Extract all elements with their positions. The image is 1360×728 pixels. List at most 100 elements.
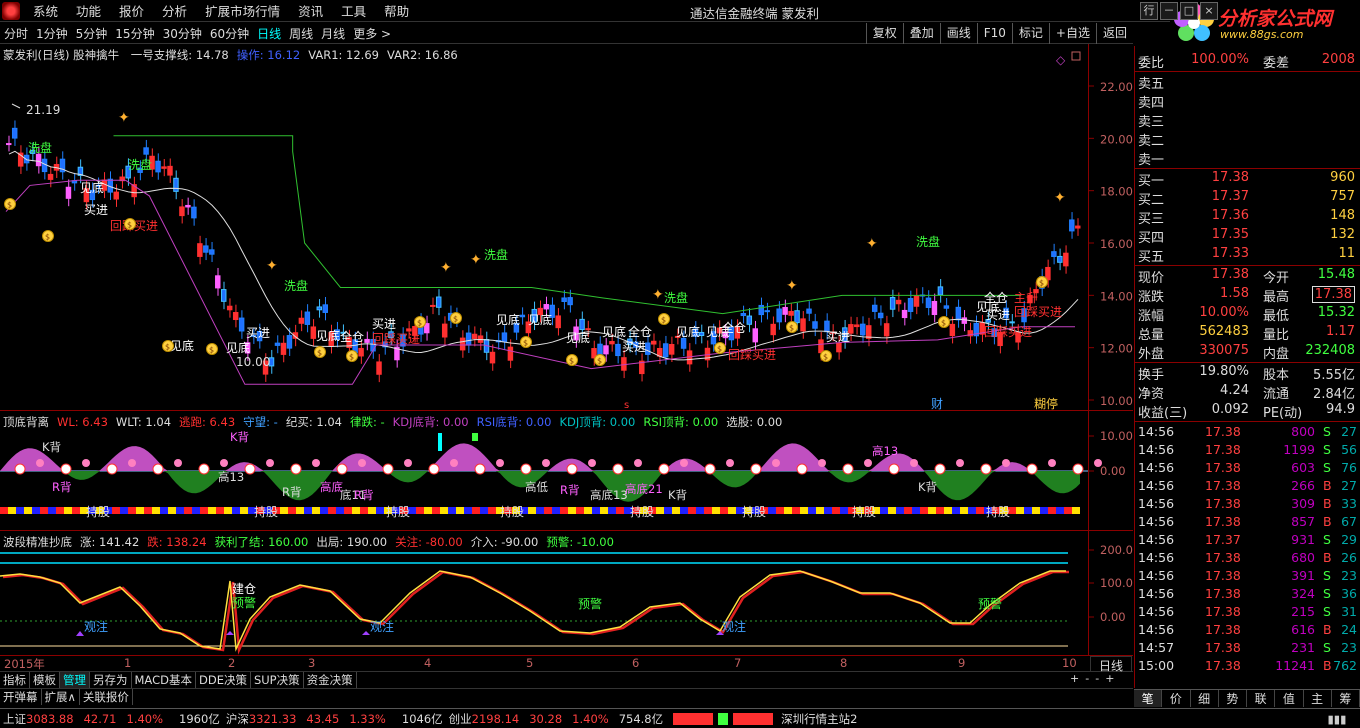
trend-strip-segment <box>1056 507 1064 514</box>
period-4[interactable]: 30分钟 <box>159 25 206 42</box>
indicator-tab-6[interactable]: SUP决策 <box>251 672 304 688</box>
tick-time: 14:56 <box>1138 496 1175 511</box>
indicator-tab-4[interactable]: MACD基本 <box>132 672 196 688</box>
quote-tab-3[interactable]: 势 <box>1219 690 1247 707</box>
period-9[interactable]: 更多 > <box>349 25 395 42</box>
tick-volume: 800 <box>1291 424 1315 439</box>
rise-line <box>0 570 1066 652</box>
quote-tab-6[interactable]: 主 <box>1304 690 1332 707</box>
divergence-annotation: R背 <box>560 483 580 497</box>
trend-strip-segment <box>368 507 376 514</box>
menu-function[interactable]: 功能 <box>67 1 110 20</box>
indicator-tab-3[interactable]: 另存为 <box>90 672 132 688</box>
period-2[interactable]: 5分钟 <box>72 25 112 42</box>
quote-tab-5[interactable]: 值 <box>1275 690 1304 707</box>
period-8[interactable]: 月线 <box>317 25 349 42</box>
bottom-bar-item-0[interactable]: 开弹幕 <box>0 689 42 705</box>
indicator-tab-2[interactable]: 管理 <box>60 672 90 688</box>
zoom-button-3[interactable]: + <box>1105 672 1114 685</box>
signal-annotation: 见底 <box>80 180 104 195</box>
divergence-chart[interactable]: 10.000.00K背R背高13K背R背 高底底11R背高低 R背 高底13高底21 K… <box>0 411 1133 531</box>
cy-index-change: 30.28 <box>529 711 563 726</box>
candle-body <box>961 317 968 324</box>
trend-strip-segment <box>944 507 952 514</box>
zoom-button-2[interactable]: - <box>1095 672 1099 685</box>
menu-news[interactable]: 资讯 <box>289 1 332 20</box>
svg-text:$: $ <box>317 349 322 358</box>
period-6[interactable]: 日线 <box>253 25 285 42</box>
toolbar-btn-1[interactable]: 叠加 <box>902 23 940 44</box>
signal-dot <box>980 463 992 475</box>
signal-annotation: 洗盘 <box>128 157 152 172</box>
trend-strip-segment <box>192 507 200 514</box>
moving-average-line <box>8 150 1079 361</box>
quote-tab-0[interactable]: 笔 <box>1134 690 1163 707</box>
band-annotation: 预警 <box>978 596 1002 611</box>
toolbar-btn-2[interactable]: 画线 <box>939 23 977 44</box>
money-bag-icon: $ <box>4 198 16 210</box>
quote-panel: 委比 100.00% 委差 2008 卖五 卖四 卖三 卖二 卖一 买一 17.38 960 买二 17.… <box>1134 46 1360 688</box>
menu-tools[interactable]: 工具 <box>332 1 375 20</box>
candle-body <box>800 318 806 332</box>
candle-body <box>519 314 526 318</box>
minimize-icon[interactable]: － <box>1160 2 1178 20</box>
period-day-button[interactable]: 日线 <box>1090 656 1132 673</box>
sh-index-change: 42.71 <box>83 711 117 726</box>
trend-strip-segment <box>176 507 184 514</box>
menu-analysis[interactable]: 分析 <box>153 1 196 20</box>
toolbar-right: 复权 叠加 画线 F10 标记 +自选 返回 <box>865 23 1133 44</box>
indicator-tab-5[interactable]: DDE决策 <box>196 672 251 688</box>
maximize-icon[interactable]: □ <box>1180 2 1198 20</box>
menu-quote[interactable]: 报价 <box>110 1 153 20</box>
period-1[interactable]: 1分钟 <box>32 25 72 42</box>
tick-price: 17.38 <box>1205 496 1241 511</box>
price-panel[interactable]: 蒙发利(日线) 股神擒牛 一号支撑线: 14.78 操作: 16.12 VAR1: … <box>0 44 1133 411</box>
toolbar-btn-3[interactable]: F10 <box>976 23 1012 44</box>
price-axis-label: 16.00 <box>1100 237 1133 251</box>
quote-tab-4[interactable]: 联 <box>1247 690 1276 707</box>
trend-strip-segment <box>32 507 40 514</box>
menu-help[interactable]: 帮助 <box>375 1 418 20</box>
indicator-tab-7[interactable]: 资金决策 <box>304 672 357 688</box>
indicator-tab-1[interactable]: 模板 <box>30 672 60 688</box>
window-menu-icon[interactable]: 行 <box>1140 2 1158 20</box>
candlestick-chart[interactable]: 22.00 20.00 18.00 16.00 14.00 12.00 10.00 21.19… <box>0 44 1133 411</box>
period-3[interactable]: 15分钟 <box>111 25 158 42</box>
menu-system[interactable]: 系统 <box>24 1 67 20</box>
quote-tab-7[interactable]: 筹 <box>1332 690 1360 707</box>
bottom-bar-item-2[interactable]: 关联报价 <box>80 689 133 705</box>
candle-body <box>316 306 323 311</box>
candle-body <box>507 346 514 361</box>
quote-tab-1[interactable]: 价 <box>1162 690 1191 707</box>
indicator-tab-0[interactable]: 指标 <box>0 672 30 688</box>
tick-price: 17.38 <box>1205 586 1241 601</box>
period-5[interactable]: 60分钟 <box>206 25 253 42</box>
hold-label: 持股 <box>386 504 410 519</box>
quote-value: 15.48 <box>1317 267 1355 282</box>
attention-marker <box>76 631 84 636</box>
server-station[interactable]: 深圳行情主站2 <box>781 711 857 727</box>
period-7[interactable]: 周线 <box>285 25 317 42</box>
panel-toggle-icon[interactable] <box>1071 51 1081 61</box>
trend-strip-segment <box>296 507 304 514</box>
menu-extended-market[interactable]: 扩展市场行情 <box>196 1 289 20</box>
toolbar-btn-6[interactable]: 返回 <box>1095 23 1133 44</box>
bottom-bar-item-1[interactable]: 扩展∧ <box>42 689 80 705</box>
zoom-button-1[interactable]: - <box>1085 672 1089 685</box>
period-0[interactable]: 分时 <box>0 25 32 42</box>
toolbar-btn-5[interactable]: +自选 <box>1048 23 1096 44</box>
quote-tab-2[interactable]: 细 <box>1191 690 1219 707</box>
candle-body <box>232 312 239 321</box>
close-icon[interactable]: × <box>1200 2 1218 20</box>
band-oscillator-chart[interactable]: 200.0 100.0 0.00 观注 建仓预警观注 预警观注 预警 <box>0 531 1133 656</box>
trend-strip-segment <box>128 507 136 514</box>
toolbar-btn-0[interactable]: 复权 <box>865 23 903 44</box>
band-bottom-panel[interactable]: 波段精准抄底 涨: 141.42 跌: 138.24 获利了结: 160.00 出局: … <box>0 531 1133 656</box>
divergence-panel[interactable]: 顶底背离 WL: 6.43 WLT: 1.04 逃跑: 6.43 守望: - 纪买: 1.… <box>0 411 1133 531</box>
zoom-button-0[interactable]: + <box>1070 672 1079 685</box>
candle-body <box>465 332 472 346</box>
tick-side: B <box>1323 478 1332 493</box>
toolbar-btn-4[interactable]: 标记 <box>1011 23 1049 44</box>
quote-label: 换手 <box>1138 368 1165 383</box>
runner-icon: ✦ <box>440 260 452 276</box>
